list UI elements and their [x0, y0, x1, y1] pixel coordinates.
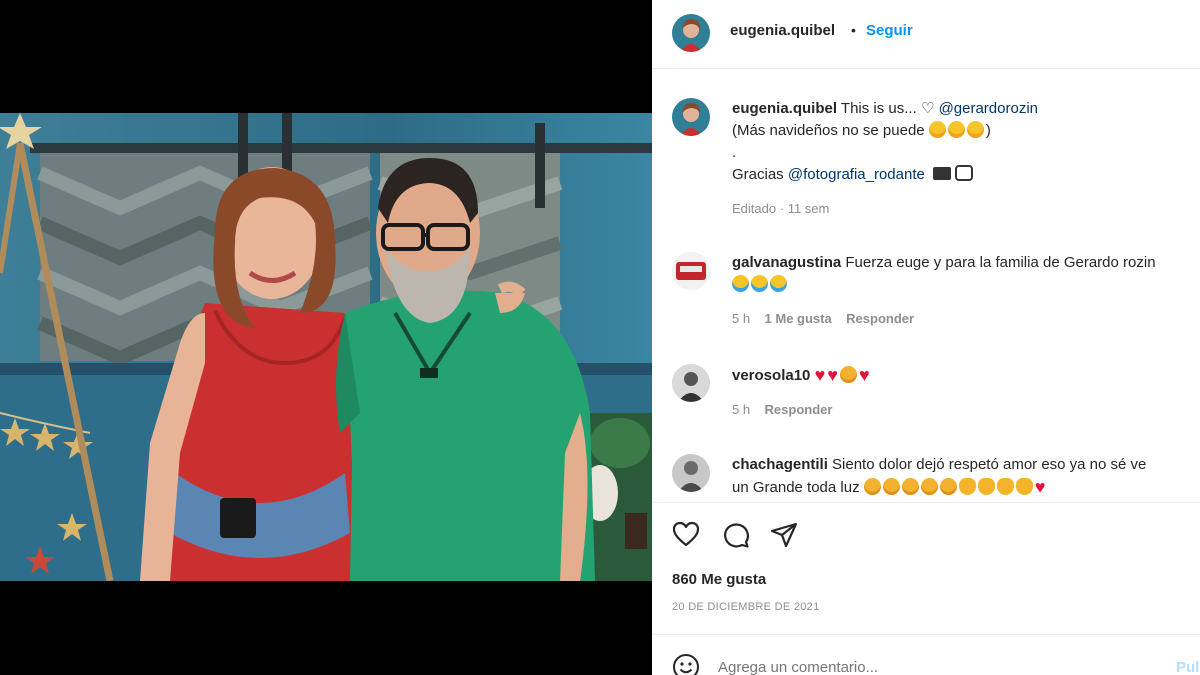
clap-emoji-icon: [1015, 478, 1033, 495]
caption-paren: ): [985, 122, 991, 139]
post-panel: eugenia.quibel • Seguir eugenia.quibel T…: [652, 0, 1200, 675]
caption-time[interactable]: 11 sem: [788, 201, 830, 216]
comment-likes[interactable]: 1 Me gusta: [765, 311, 832, 326]
comment-time[interactable]: 5 h: [732, 311, 750, 326]
comment-input[interactable]: [718, 655, 1118, 675]
paper-plane-icon[interactable]: [770, 521, 798, 554]
avatar-image: [672, 14, 710, 52]
caption-line-2: (Más navideños no se puede ): [732, 120, 1182, 142]
comment-meta: 5 h 1 Me gusta Responder: [732, 308, 1200, 330]
clap-emoji-icon: [958, 478, 976, 495]
caption-text-2: (Más navideños no se puede: [732, 122, 925, 139]
red-heart-emoji-icon: ♥: [1034, 477, 1046, 497]
comment-username[interactable]: galvanagustina: [732, 254, 841, 271]
couple-emoji-icon: [955, 165, 974, 181]
crying-emoji-icon: [770, 275, 787, 292]
comment-body: chachagentili Siento dolor dejó respetó …: [732, 454, 1200, 476]
caption-line-3: .: [732, 144, 737, 161]
header-separator: •: [851, 22, 856, 38]
sad-emoji-icon: [863, 478, 881, 495]
post-date[interactable]: 20 DE DICIEMBRE DE 2021: [672, 601, 820, 613]
comment-emojis: [732, 274, 1200, 296]
caption-meta: Editado · 11 sem: [732, 198, 1182, 220]
comment-item: chachagentili Siento dolor dejó respetó …: [732, 454, 1200, 500]
comment-text: Fuerza euge y para la familia de Gerardo…: [845, 254, 1156, 271]
comment-meta: 5 h Responder: [732, 399, 1192, 421]
red-heart-emoji-icon: ♥: [858, 365, 870, 385]
sad-emoji-icon: [839, 366, 857, 383]
crying-emoji-icon: [751, 275, 768, 292]
sad-emoji-icon: [920, 478, 938, 495]
comment-username[interactable]: chachagentili: [732, 456, 828, 473]
avatar-image: [672, 252, 710, 290]
comment-item: verosola10 ♥ ♥ ♥ 5 h Responder: [732, 364, 1192, 421]
action-bar: 860 Me gusta 20 DE DICIEMBRE DE 2021: [652, 502, 1200, 635]
caption-line-1: eugenia.quibel This is us... ♡ @gerardor…: [732, 98, 1182, 120]
post-photo[interactable]: [0, 113, 652, 581]
sad-emoji-icon: [939, 478, 957, 495]
sad-emoji-icon: [901, 478, 919, 495]
rofl-emoji-icon: [947, 121, 965, 138]
avatar-image: [672, 454, 710, 492]
follow-button[interactable]: Seguir: [866, 22, 913, 39]
comment-body: verosola10 ♥ ♥ ♥: [732, 364, 1192, 387]
rofl-emoji-icon: [966, 121, 984, 138]
rofl-emoji-icon: [928, 121, 946, 138]
meta-dot: ·: [779, 201, 785, 216]
comment-username[interactable]: verosola10: [732, 367, 810, 384]
comment-body: galvanagustina Fuerza euge y para la fam…: [732, 252, 1200, 274]
mention-fotografia-rodante[interactable]: @fotografia_rodante: [788, 166, 925, 183]
mention-gerardorozin[interactable]: @gerardorozin: [939, 100, 1038, 117]
smiley-icon[interactable]: [672, 653, 700, 675]
comment-text: Siento dolor dejó respetó amor eso ya no…: [832, 456, 1147, 473]
comment-avatar[interactable]: [672, 454, 710, 492]
sad-emoji-icon: [882, 478, 900, 495]
reply-button[interactable]: Responder: [846, 311, 914, 326]
comment-bubble-icon[interactable]: [722, 521, 750, 554]
caption-username[interactable]: eugenia.quibel: [732, 100, 837, 117]
post-media: [0, 0, 652, 675]
crying-emoji-icon: [732, 275, 749, 292]
heart-outline-icon[interactable]: [672, 521, 700, 552]
camera-emoji-icon: [933, 167, 952, 180]
comment-avatar[interactable]: [672, 364, 710, 402]
post-header: eugenia.quibel • Seguir: [652, 0, 1200, 69]
caption-text: This is us... ♡: [840, 100, 939, 117]
avatar-image: [672, 98, 710, 136]
author-username[interactable]: eugenia.quibel: [730, 22, 835, 39]
reply-button[interactable]: Responder: [765, 402, 833, 417]
comment-body-line-2: un Grande toda luz ♥: [732, 476, 1200, 499]
comment-item: galvanagustina Fuerza euge y para la fam…: [732, 252, 1200, 330]
comment-text-2: un Grande toda luz: [732, 479, 860, 496]
clap-emoji-icon: [996, 478, 1014, 495]
comment-avatar[interactable]: [672, 252, 710, 290]
comment-time[interactable]: 5 h: [732, 402, 750, 417]
red-heart-emoji-icon: ♥: [814, 365, 826, 385]
likes-count[interactable]: 860 Me gusta: [672, 571, 766, 588]
clap-emoji-icon: [977, 478, 995, 495]
add-comment-bar: Pul: [652, 634, 1200, 675]
caption-line-4: Gracias @fotografia_rodante: [732, 164, 1182, 186]
caption-avatar[interactable]: [672, 98, 710, 136]
photo-illustration: [0, 113, 652, 581]
author-avatar[interactable]: [672, 14, 710, 52]
edited-label: Editado: [732, 201, 777, 216]
caption-thanks: Gracias: [732, 166, 788, 183]
red-heart-emoji-icon: ♥: [827, 365, 838, 385]
avatar-image: [672, 364, 710, 402]
publish-button[interactable]: Pul: [1176, 659, 1199, 675]
caption: eugenia.quibel This is us... ♡ @gerardor…: [732, 98, 1182, 220]
